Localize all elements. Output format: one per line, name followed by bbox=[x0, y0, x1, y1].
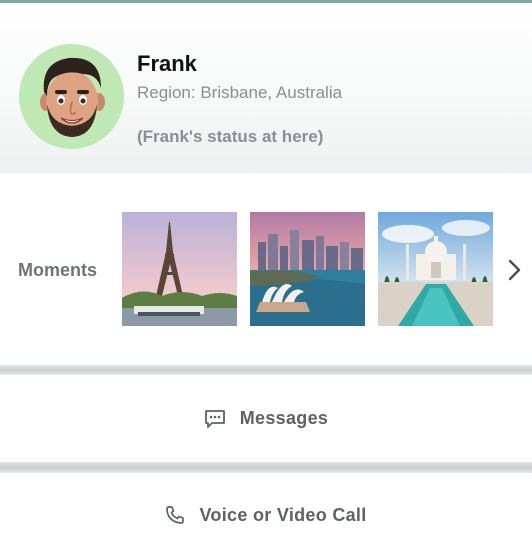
moment-thumbnail-sydney[interactable] bbox=[250, 212, 365, 326]
eiffel-tower-photo bbox=[122, 212, 237, 326]
profile-header: Frank Region: Brisbane, Australia (Frank… bbox=[0, 3, 532, 173]
chevron-right-icon[interactable] bbox=[507, 258, 523, 282]
profile-region: Region: Brisbane, Australia bbox=[137, 83, 343, 102]
moments-label: Moments bbox=[18, 260, 98, 280]
taj-mahal-photo bbox=[378, 212, 493, 326]
section-divider-2 bbox=[0, 462, 532, 473]
call-label: Voice or Video Call bbox=[199, 504, 367, 525]
messages-button[interactable]: Messages bbox=[0, 375, 532, 462]
messages-label: Messages bbox=[239, 408, 329, 428]
profile-status: (Frank's status at here) bbox=[137, 127, 324, 146]
message-icon bbox=[204, 409, 226, 429]
profile-name: Frank bbox=[137, 51, 197, 76]
sydney-opera-house-photo bbox=[250, 212, 365, 326]
moments-section[interactable]: Moments bbox=[0, 173, 532, 365]
moment-thumbnail-eiffel[interactable] bbox=[122, 212, 237, 326]
memoji-avatar-icon bbox=[40, 57, 105, 137]
moment-thumbnail-taj-mahal[interactable] bbox=[378, 212, 493, 326]
voice-video-call-button[interactable]: Voice or Video Call bbox=[0, 473, 532, 557]
avatar[interactable] bbox=[19, 44, 124, 149]
phone-icon bbox=[165, 505, 185, 525]
section-divider bbox=[0, 365, 532, 375]
